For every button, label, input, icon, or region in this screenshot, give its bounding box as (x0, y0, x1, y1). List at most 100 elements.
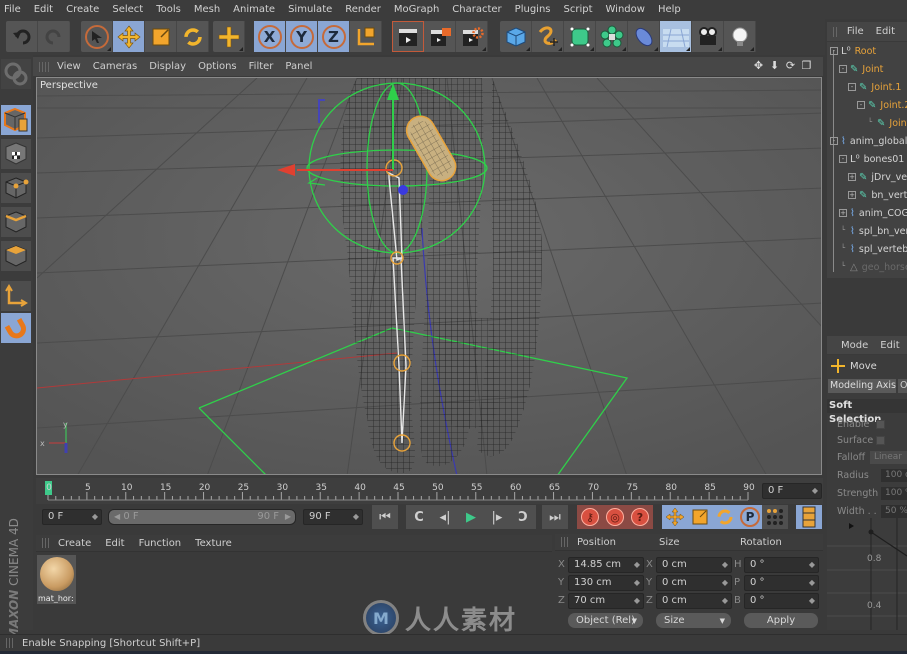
axis-mode-button[interactable] (1, 281, 31, 311)
soft-selection-section[interactable]: Soft Selection (827, 399, 907, 425)
object-tree-item[interactable]: - ⌇ anim_global (830, 132, 907, 150)
perspective-viewport[interactable]: Perspective y x (36, 77, 822, 475)
z-axis-lock-button[interactable]: Z (318, 21, 350, 52)
object-tree-item[interactable]: - L⁰ bones01 (839, 150, 904, 168)
material-menu-create[interactable]: Create (58, 538, 91, 549)
menu-edit[interactable]: Edit (34, 4, 53, 15)
pan-icon[interactable]: ✥ (752, 59, 765, 72)
current-frame-field[interactable]: 0 F ◆ (762, 483, 822, 499)
record-point-level-button[interactable] (762, 505, 788, 529)
size-x-field[interactable]: 0 cm ◆ (656, 557, 732, 573)
polygons-mode-button[interactable] (1, 241, 31, 271)
array-button[interactable] (596, 21, 628, 52)
redo-button[interactable] (38, 21, 70, 52)
timeline-ruler[interactable]: 0 5 10 15 20 25 30 35 40 45 50 55 60 65 70 75 80 85 90 (44, 478, 756, 502)
object-tree-item[interactable]: └ ⌇spl_bn_vertebra (839, 222, 907, 240)
falloff-dropdown[interactable]: Linear (870, 451, 907, 464)
scale-tool-button[interactable] (145, 21, 177, 52)
viewport-menu-view[interactable]: View (57, 61, 81, 72)
viewport-menu-filter[interactable]: Filter (249, 61, 274, 72)
menu-simulate[interactable]: Simulate (288, 4, 332, 15)
surface-checkbox[interactable] (876, 436, 885, 445)
record-parameter-button[interactable]: P (737, 505, 763, 529)
menu-plugins[interactable]: Plugins (515, 4, 551, 15)
menu-help[interactable]: Help (658, 4, 681, 15)
timeline[interactable]: 0 5 10 15 20 25 30 35 40 45 50 55 60 65 70 75 80 85 90 (36, 478, 823, 504)
timeline-layout-button[interactable] (796, 505, 822, 529)
menu-mesh[interactable]: Mesh (194, 4, 220, 15)
render-view-button[interactable] (392, 21, 424, 52)
range-left-arrow[interactable]: ◀ (114, 512, 120, 521)
object-tree-item[interactable]: └ ⌇spl_vertebra (839, 240, 907, 258)
viewport-menu-display[interactable]: Display (149, 61, 186, 72)
viewport-menu-cameras[interactable]: Cameras (93, 61, 137, 72)
frame-range-slider[interactable]: ◀ 0 F 90 F ▶ (108, 509, 296, 525)
autokeying-button[interactable]: ◎ (602, 505, 628, 529)
menu-character[interactable]: Character (452, 4, 501, 15)
record-active-objects-button[interactable]: ⚷ (577, 505, 603, 529)
size-mode-dropdown[interactable]: Size ▼ (656, 613, 731, 628)
viewport-menu-panel[interactable]: Panel (285, 61, 312, 72)
go-to-start-button[interactable]: ⏮ (372, 505, 398, 529)
model-mode-button[interactable] (1, 105, 31, 135)
menu-mograph[interactable]: MoGraph (394, 4, 439, 15)
grip-handle[interactable] (561, 537, 569, 547)
add-object-button[interactable] (213, 21, 245, 52)
attr-menu-mode[interactable]: Mode (841, 340, 868, 351)
size-z-field[interactable]: 0 cm ◆ (656, 593, 732, 609)
record-position-button[interactable] (662, 505, 688, 529)
menu-script[interactable]: Script (564, 4, 593, 15)
previous-key-button[interactable]: C (406, 505, 432, 529)
menu-file[interactable]: File (4, 4, 21, 15)
grip-handle[interactable] (6, 638, 14, 648)
deformer-button[interactable] (628, 21, 660, 52)
object-tree-item[interactable]: +✎jDrv_vertebra (848, 168, 907, 186)
render-settings-button[interactable] (456, 21, 488, 52)
collapse-icon[interactable]: - (857, 101, 865, 109)
object-tree-item[interactable]: └ ✎Joint.3 (866, 114, 907, 132)
start-frame-field[interactable]: 0 F ◆ (42, 509, 102, 525)
object-tree-item[interactable]: - ✎ Joint (839, 60, 883, 78)
rotation-p-field[interactable]: 0 ° ◆ (744, 575, 819, 591)
move-tool-button[interactable] (113, 21, 145, 52)
record-scale-button[interactable] (687, 505, 713, 529)
menu-tools[interactable]: Tools (156, 4, 181, 15)
menu-select[interactable]: Select (112, 4, 143, 15)
menu-create[interactable]: Create (66, 4, 99, 15)
grip-handle[interactable] (42, 538, 50, 548)
collapse-icon[interactable]: - (839, 155, 847, 163)
material-item[interactable]: mat_hor: (37, 555, 76, 604)
record-rotation-button[interactable] (712, 505, 738, 529)
material-menu-edit[interactable]: Edit (105, 538, 124, 549)
edges-mode-button[interactable] (1, 207, 31, 237)
live-selection-button[interactable] (81, 21, 113, 52)
object-tree-item[interactable]: - ✎ Joint.1 (848, 78, 901, 96)
nurbs-button[interactable] (564, 21, 596, 52)
expand-icon[interactable]: + (848, 173, 856, 181)
object-tree-item[interactable]: +✎bn_vertebra (848, 186, 907, 204)
material-menu-texture[interactable]: Texture (195, 538, 232, 549)
texture-mode-button[interactable] (1, 139, 31, 169)
expand-icon[interactable]: + (848, 191, 856, 199)
camera-button[interactable] (692, 21, 724, 52)
previous-frame-button[interactable]: ◂| (432, 505, 458, 529)
make-editable-button[interactable] (1, 59, 31, 89)
enable-checkbox[interactable] (876, 420, 885, 429)
cube-button[interactable] (500, 21, 532, 52)
om-menu-file[interactable]: File (847, 26, 864, 37)
render-picture-viewer-button[interactable] (424, 21, 456, 52)
falloff-graph[interactable]: 0.8 0.4 (827, 518, 907, 630)
go-to-end-button[interactable]: ⏭ (542, 505, 568, 529)
radius-field[interactable]: 100 cm (881, 469, 907, 482)
next-frame-button[interactable]: |▸ (484, 505, 510, 529)
tab-options[interactable]: O (898, 379, 907, 393)
object-tree-item[interactable]: -✎Joint.2 (857, 96, 907, 114)
position-y-field[interactable]: 130 cm ◆ (568, 575, 644, 591)
maximize-view-icon[interactable]: ❐ (800, 59, 813, 72)
points-mode-button[interactable] (1, 173, 31, 203)
object-tree-item[interactable]: + ⌇ anim_COG (839, 204, 907, 222)
undo-button[interactable] (6, 21, 38, 52)
position-x-field[interactable]: 14.85 cm ◆ (568, 557, 644, 573)
keyframe-selection-button[interactable]: ? (627, 505, 653, 529)
object-tree-item[interactable]: └ △ geo_horse (839, 258, 907, 276)
